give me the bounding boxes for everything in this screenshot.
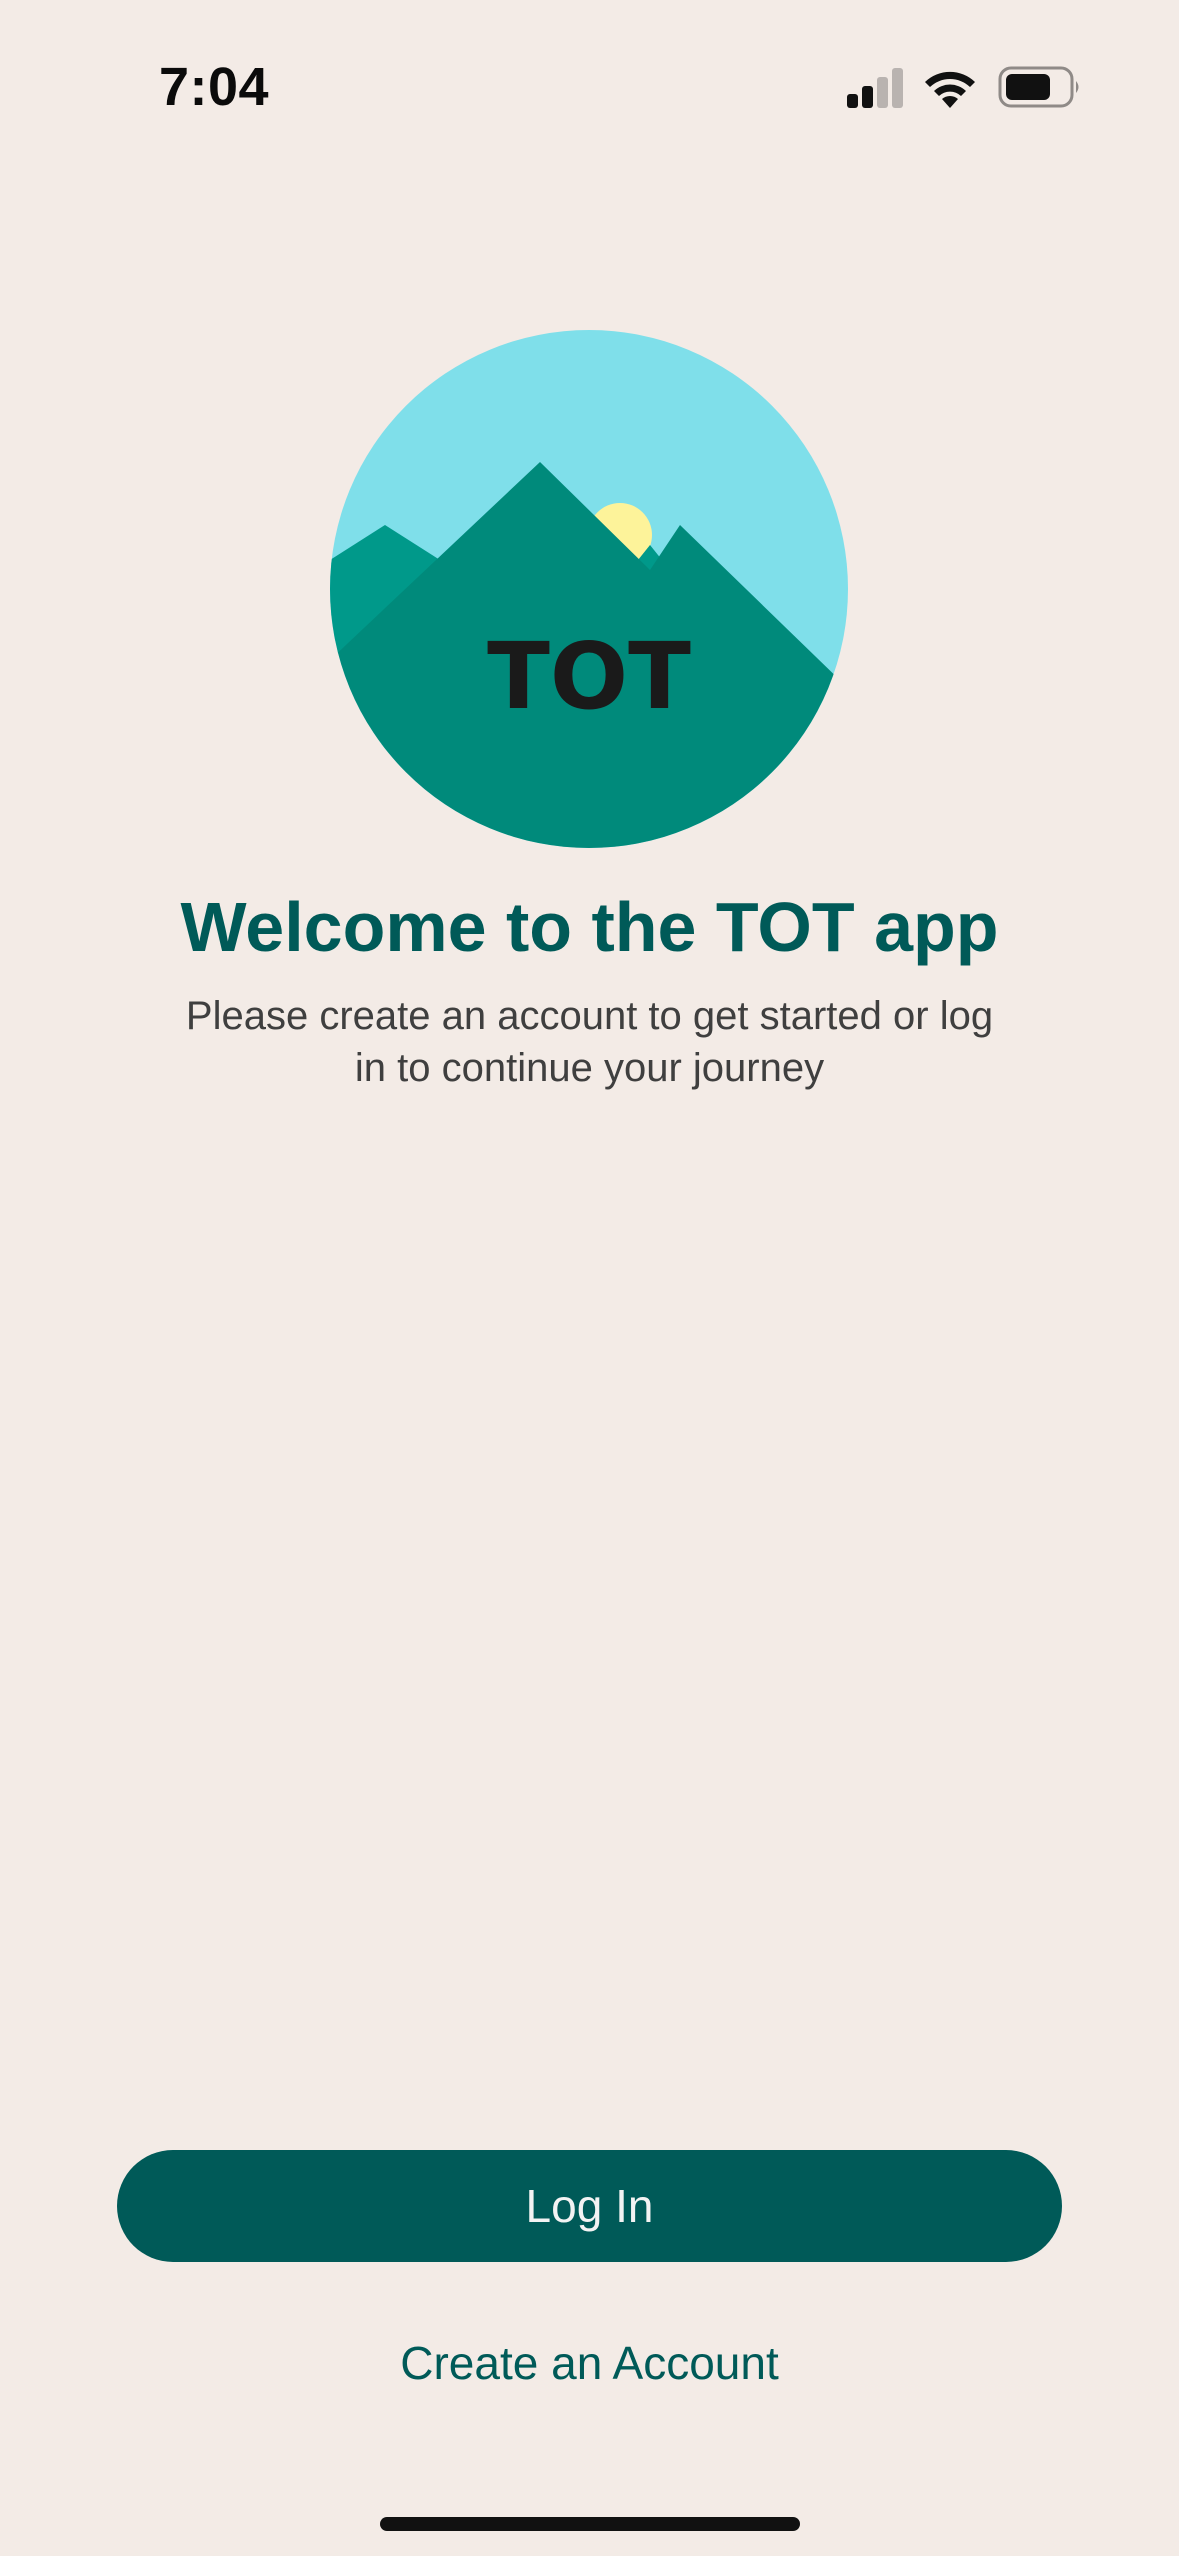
status-time: 7:04	[159, 57, 270, 117]
login-button[interactable]: Log In	[117, 2150, 1062, 2262]
welcome-subtitle: Please create an account to get started …	[120, 990, 1059, 1094]
welcome-subtitle-line-2: in to continue your journey	[354, 1046, 825, 1090]
logo-text: TOT	[487, 623, 691, 730]
wifi-icon	[925, 71, 975, 108]
welcome-subtitle-line-1: Please create an account to get started …	[185, 994, 994, 1038]
create-account-link[interactable]: Create an Account	[0, 2330, 1179, 2396]
tot-logo: TOT	[330, 330, 848, 848]
battery-icon	[998, 66, 1079, 108]
home-indicator[interactable]	[380, 2517, 800, 2531]
welcome-title: Welcome to the TOT app	[180, 888, 999, 966]
cellular-signal-icon	[847, 68, 903, 108]
